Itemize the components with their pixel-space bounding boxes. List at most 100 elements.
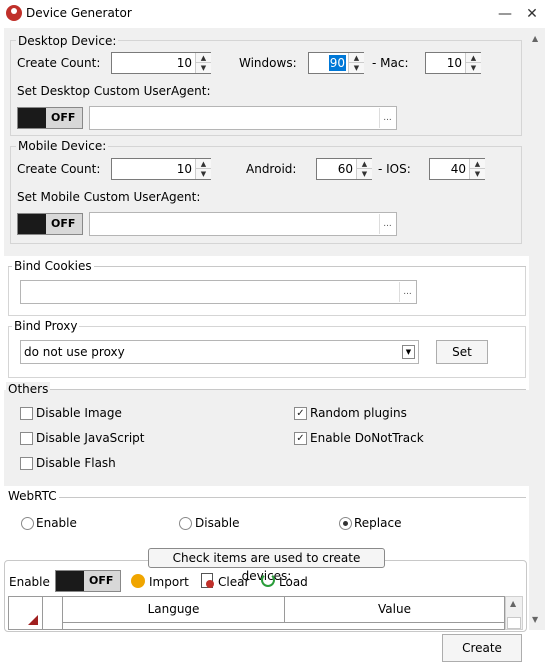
mobile-ua-input[interactable]: ... <box>89 212 397 236</box>
import-button[interactable]: Import <box>149 575 189 589</box>
column-header-language[interactable]: Languge <box>63 597 285 623</box>
spin-down-icon[interactable]: ▼ <box>196 63 211 73</box>
mobile-ua-toggle[interactable]: OFF <box>17 213 83 235</box>
load-button[interactable]: Load <box>279 575 308 589</box>
others-legend: Others <box>6 382 51 396</box>
desktop-ua-toggle[interactable]: OFF <box>17 107 83 129</box>
mac-label: - Mac: <box>372 56 409 70</box>
disable-image-checkbox[interactable] <box>20 407 33 420</box>
clear-icon[interactable] <box>201 573 214 588</box>
spin-down-icon[interactable]: ▼ <box>470 169 485 179</box>
webrtc-replace-radio[interactable] <box>339 517 352 530</box>
desktop-legend: Desktop Device: <box>16 34 119 48</box>
cookies-input[interactable]: ... <box>20 280 417 304</box>
toggle-state: OFF <box>51 111 76 124</box>
scroll-down-icon[interactable]: ▼ <box>532 615 538 624</box>
others-rule <box>8 389 526 390</box>
proxy-select[interactable]: do not use proxy ▼ <box>20 340 419 364</box>
ios-value: 40 <box>450 162 466 176</box>
donottrack-checkbox[interactable]: ✓ <box>294 432 307 445</box>
android-stepper[interactable]: 60 ▲ ▼ <box>316 158 372 180</box>
table-scroll-up-icon[interactable]: ▲ <box>510 599 516 608</box>
create-button[interactable]: Create <box>442 634 522 662</box>
load-icon[interactable] <box>261 573 275 587</box>
clear-button[interactable]: Clear <box>218 575 249 589</box>
toggle-state: OFF <box>89 574 114 587</box>
disable-flash-label: Disable Flash <box>36 456 116 470</box>
spin-up-icon[interactable]: ▲ <box>196 159 211 169</box>
main-scrollbar[interactable]: ▲ ▼ <box>529 28 545 630</box>
windows-value: 90 <box>328 55 346 71</box>
items-enable-toggle[interactable]: OFF <box>55 570 121 592</box>
toggle-state: OFF <box>51 217 76 230</box>
ios-stepper[interactable]: 40 ▲ ▼ <box>429 158 485 180</box>
ios-label: - IOS: <box>378 162 411 176</box>
disable-javascript-checkbox[interactable] <box>20 432 33 445</box>
spin-up-icon[interactable]: ▲ <box>349 53 364 63</box>
webrtc-rule <box>8 497 526 498</box>
toggle-knob <box>18 108 46 128</box>
proxy-legend: Bind Proxy <box>12 319 80 333</box>
minimize-button[interactable]: — <box>494 4 516 24</box>
donottrack-label: Enable DoNotTrack <box>310 431 424 445</box>
android-value: 60 <box>337 162 353 176</box>
desktop-count-label: Create Count: <box>17 56 101 70</box>
spin-up-icon[interactable]: ▲ <box>466 53 481 63</box>
toggle-knob <box>56 571 84 591</box>
spin-down-icon[interactable]: ▼ <box>349 63 364 73</box>
corner-marker-icon <box>28 615 38 625</box>
cookies-legend: Bind Cookies <box>12 259 94 273</box>
mobile-legend: Mobile Device: <box>16 139 109 153</box>
chevron-down-icon[interactable]: ▼ <box>402 345 415 359</box>
spin-up-icon[interactable]: ▲ <box>470 159 485 169</box>
spin-down-icon[interactable]: ▼ <box>357 169 372 179</box>
mobile-ua-label: Set Mobile Custom UserAgent: <box>17 190 201 204</box>
desktop-ua-label: Set Desktop Custom UserAgent: <box>17 84 211 98</box>
desktop-count-value: 10 <box>176 56 192 70</box>
check-column-header <box>43 597 63 629</box>
scroll-up-icon[interactable]: ▲ <box>532 34 538 43</box>
table-scroll-thumb[interactable] <box>507 617 521 629</box>
mobile-count-stepper[interactable]: 10 ▲ ▼ <box>111 158 211 180</box>
table-scrollbar[interactable]: ▲ <box>505 596 523 630</box>
webrtc-legend: WebRTC <box>6 489 59 503</box>
desktop-count-stepper[interactable]: 10 ▲ ▼ <box>111 52 211 74</box>
desktop-ua-input[interactable]: ... <box>89 106 397 130</box>
cookies-browse-button[interactable]: ... <box>399 282 415 302</box>
random-plugins-label: Random plugins <box>310 406 407 420</box>
spin-up-icon[interactable]: ▲ <box>196 53 211 63</box>
webrtc-enable-label: Enable <box>36 516 77 530</box>
disable-flash-checkbox[interactable] <box>20 457 33 470</box>
webrtc-disable-label: Disable <box>195 516 240 530</box>
browse-button[interactable]: ... <box>379 214 395 234</box>
android-label: Android: <box>246 162 297 176</box>
mac-value: 10 <box>446 56 462 70</box>
webrtc-replace-label: Replace <box>354 516 402 530</box>
items-table[interactable]: Languge Value <box>8 596 505 630</box>
import-icon[interactable] <box>131 574 145 588</box>
spin-up-icon[interactable]: ▲ <box>357 159 372 169</box>
column-header-value[interactable]: Value <box>285 597 504 623</box>
items-tooltip: Check items are used to create devices: <box>148 548 385 583</box>
proxy-set-button[interactable]: Set <box>436 340 488 364</box>
toggle-knob <box>18 214 46 234</box>
spin-down-icon[interactable]: ▼ <box>466 63 481 73</box>
mac-stepper[interactable]: 10 ▲ ▼ <box>425 52 481 74</box>
webrtc-enable-radio[interactable] <box>21 517 34 530</box>
browse-button[interactable]: ... <box>379 108 395 128</box>
table-corner <box>9 597 43 629</box>
windows-label: Windows: <box>239 56 297 70</box>
items-enable-label: Enable <box>9 575 50 589</box>
proxy-selected: do not use proxy <box>24 345 125 359</box>
spin-down-icon[interactable]: ▼ <box>196 169 211 179</box>
windows-stepper[interactable]: 90 ▲ ▼ <box>308 52 364 74</box>
close-button[interactable]: ✕ <box>521 4 543 24</box>
app-icon <box>6 5 22 21</box>
title-bar: Device Generator — ✕ <box>0 0 547 28</box>
disable-javascript-label: Disable JavaScript <box>36 431 145 445</box>
webrtc-disable-radio[interactable] <box>179 517 192 530</box>
mobile-count-value: 10 <box>176 162 192 176</box>
window-title: Device Generator <box>26 6 132 20</box>
random-plugins-checkbox[interactable]: ✓ <box>294 407 307 420</box>
mobile-count-label: Create Count: <box>17 162 101 176</box>
